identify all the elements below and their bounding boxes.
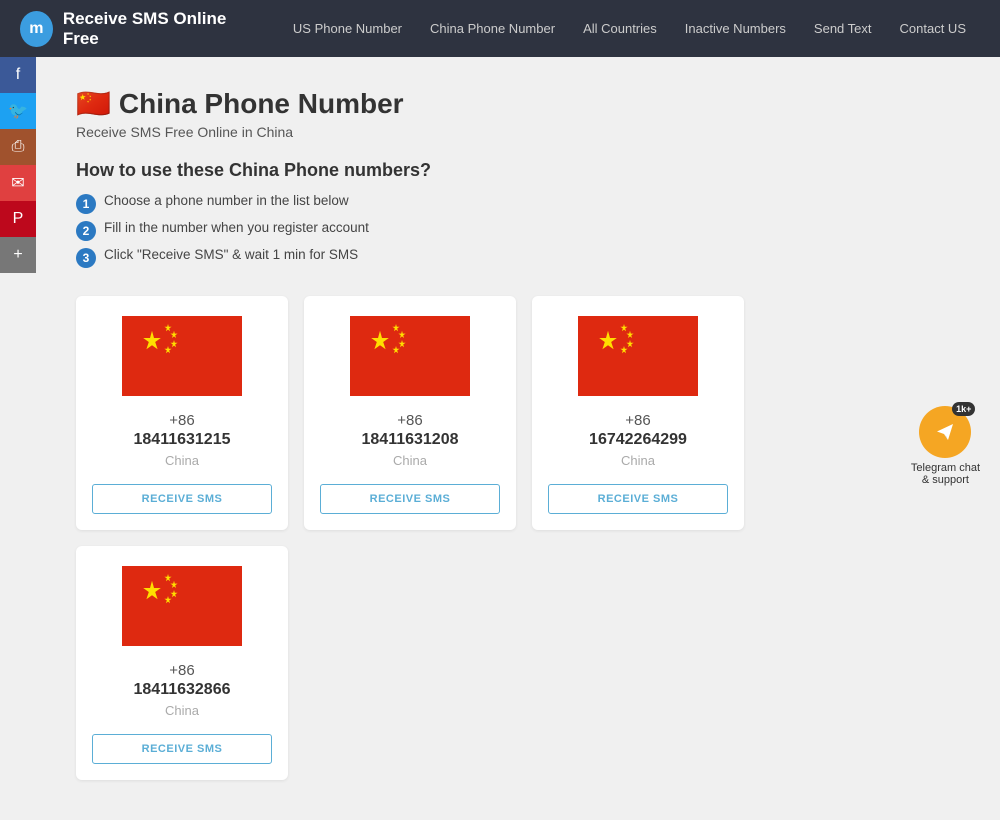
sidebar-more-btn[interactable]: + — [0, 237, 36, 273]
phone-code-1: +86 — [397, 412, 422, 429]
nav-link-us-phone-number[interactable]: US Phone Number — [279, 0, 416, 57]
nav-link-china-phone-number[interactable]: China Phone Number — [416, 0, 569, 57]
phone-code-0: +86 — [169, 412, 194, 429]
phone-code-3: +86 — [169, 662, 194, 679]
receive-sms-button-3[interactable]: RECEIVE SMS — [92, 734, 272, 764]
phone-country-1: China — [393, 453, 427, 468]
receive-sms-button-0[interactable]: RECEIVE SMS — [92, 484, 272, 514]
receive-sms-button-2[interactable]: RECEIVE SMS — [548, 484, 728, 514]
china-flag-svg — [122, 566, 242, 646]
phone-cards-row: +86 18411631215 China RECEIVE SMS +86 18… — [76, 296, 960, 780]
navbar: m Receive SMS Online Free US Phone Numbe… — [0, 0, 1000, 57]
how-to-step-3: 3 Click "Receive SMS" & wait 1 min for SM… — [76, 247, 960, 268]
china-flag-svg — [578, 316, 698, 396]
main-content: 🇨🇳 China Phone Number Receive SMS Free O… — [36, 57, 1000, 820]
how-to-title: How to use these China Phone numbers? — [76, 160, 960, 181]
phone-number-3: 18411632866 — [134, 681, 231, 699]
telegram-icon — [931, 418, 959, 446]
page-title-text: China Phone Number — [119, 88, 404, 120]
logo-text: Receive SMS Online Free — [63, 9, 249, 49]
how-to-step-2: 2 Fill in the number when you register ac… — [76, 220, 960, 241]
phone-code-2: +86 — [625, 412, 650, 429]
page-title-area: 🇨🇳 China Phone Number Receive SMS Free O… — [76, 87, 960, 140]
phone-number-0: 18411631215 — [134, 431, 231, 449]
phone-country-0: China — [165, 453, 199, 468]
step-text-1: Choose a phone number in the list below — [104, 193, 349, 208]
china-flag-svg — [350, 316, 470, 396]
phone-country-3: China — [165, 703, 199, 718]
logo-icon: m — [20, 11, 53, 47]
telegram-label: Telegram chat& support — [911, 462, 980, 486]
step-number-3: 3 — [76, 248, 96, 268]
how-to-steps: 1 Choose a phone number in the list below… — [76, 193, 960, 268]
nav-links: US Phone NumberChina Phone NumberAll Cou… — [279, 0, 980, 57]
china-flag-svg — [122, 316, 242, 396]
phone-number-2: 16742264299 — [589, 431, 687, 449]
nav-link-all-countries[interactable]: All Countries — [569, 0, 671, 57]
how-to-step-1: 1 Choose a phone number in the list below — [76, 193, 960, 214]
how-to-section: How to use these China Phone numbers? 1C… — [76, 160, 960, 268]
page-subtitle: Receive SMS Free Online in China — [76, 124, 960, 140]
receive-sms-button-1[interactable]: RECEIVE SMS — [320, 484, 500, 514]
social-sidebar: f🐦⎙✉P+ — [0, 57, 36, 273]
phone-card-1: +86 18411631208 China RECEIVE SMS — [304, 296, 516, 530]
step-text-3: Click "Receive SMS" & wait 1 min for SMS — [104, 247, 358, 262]
telegram-circle: 1k+ — [919, 406, 971, 458]
sidebar-print-btn[interactable]: ⎙ — [0, 129, 36, 165]
page-title: 🇨🇳 China Phone Number — [76, 87, 960, 120]
telegram-badge: 1k+ — [952, 402, 975, 416]
phone-country-2: China — [621, 453, 655, 468]
china-flag-emoji: 🇨🇳 — [76, 87, 111, 120]
step-number-2: 2 — [76, 221, 96, 241]
phone-card-2: +86 16742264299 China RECEIVE SMS — [532, 296, 744, 530]
sidebar-pinterest-btn[interactable]: P — [0, 201, 36, 237]
phone-card-0: +86 18411631215 China RECEIVE SMS — [76, 296, 288, 530]
sidebar-facebook-btn[interactable]: f — [0, 57, 36, 93]
phone-number-1: 18411631208 — [362, 431, 459, 449]
step-text-2: Fill in the number when you register acc… — [104, 220, 369, 235]
sidebar-email-btn[interactable]: ✉ — [0, 165, 36, 201]
phone-card-3: +86 18411632866 China RECEIVE SMS — [76, 546, 288, 780]
telegram-widget[interactable]: 1k+ Telegram chat& support — [911, 406, 980, 486]
step-number-1: 1 — [76, 194, 96, 214]
nav-link-send-text[interactable]: Send Text — [800, 0, 886, 57]
sidebar-twitter-btn[interactable]: 🐦 — [0, 93, 36, 129]
nav-link-contact-us[interactable]: Contact US — [886, 0, 980, 57]
logo[interactable]: m Receive SMS Online Free — [20, 9, 249, 49]
nav-link-inactive-numbers[interactable]: Inactive Numbers — [671, 0, 800, 57]
